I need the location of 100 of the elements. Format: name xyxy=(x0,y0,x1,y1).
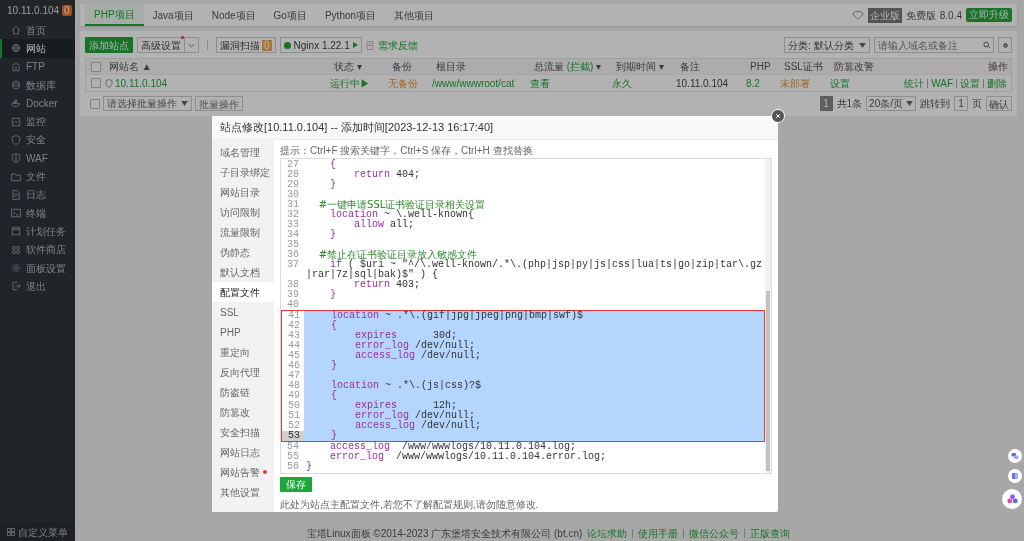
settings-menu-item[interactable]: 网站日志 xyxy=(212,442,274,462)
project-tab[interactable]: Go项目 xyxy=(264,4,316,26)
settings-menu-item[interactable]: 网站目录 xyxy=(212,182,274,202)
sidebar-item[interactable]: 日志 xyxy=(0,185,75,204)
edition-label: 免费版 xyxy=(905,8,936,23)
shield-icon xyxy=(105,78,113,88)
code-line: } xyxy=(329,290,338,300)
sidebar-item[interactable]: 网站 xyxy=(0,39,75,58)
close-icon xyxy=(775,113,781,119)
footer-link[interactable]: 微信公众号 xyxy=(689,525,740,541)
line-number: 34 xyxy=(286,230,300,240)
project-tab[interactable]: Java项目 xyxy=(143,4,203,26)
table-cell-text: 10.11.0.104 xyxy=(115,76,168,91)
code-line: location ~ \.well-known{ xyxy=(329,210,476,220)
checkbox[interactable] xyxy=(90,98,100,109)
category-select[interactable]: 分类: 默认分类 xyxy=(784,37,870,53)
settings-menu-item[interactable]: 流量限制 xyxy=(212,222,274,242)
settings-menu-item[interactable]: 防盗链 xyxy=(212,382,274,402)
chat-icon xyxy=(1011,452,1019,460)
column-header: SSL证书 xyxy=(784,60,823,74)
project-tab[interactable]: PHP项目 xyxy=(85,4,144,26)
footer-link[interactable]: 正版查询 xyxy=(750,525,791,541)
sidebar-item[interactable]: 退出 xyxy=(0,277,75,296)
dialog-title: 站点修改[10.11.0.104] -- 添加时间[2023-12-13 16:17:40] xyxy=(220,120,494,136)
settings-menu-item[interactable]: 网站告警 xyxy=(212,462,274,482)
batch-select[interactable]: 请选择批量操作 xyxy=(103,96,192,111)
page-number[interactable]: 1 xyxy=(819,96,833,111)
play-icon xyxy=(352,42,358,48)
settings-menu-item[interactable]: 域名管理 xyxy=(212,142,274,162)
sidebar-item[interactable]: WAF xyxy=(0,149,75,168)
settings-menu-item[interactable]: SSL xyxy=(212,302,274,322)
line-number: 46 xyxy=(287,361,301,371)
project-tab[interactable]: 其他项目 xyxy=(385,4,444,26)
batch-button[interactable]: 批量操作 xyxy=(195,96,243,111)
sidebar-item[interactable]: 计划任务 xyxy=(0,222,75,241)
shortcut-hint: 提示：Ctrl+F 搜索关键字，Ctrl+S 保存，Ctrl+H 查找替换 xyxy=(280,144,534,158)
action-link[interactable]: WAF xyxy=(931,75,953,91)
sidebar-item[interactable]: 数据库 xyxy=(0,75,75,95)
line-number: 49 xyxy=(287,391,301,401)
book-button[interactable] xyxy=(1008,469,1022,483)
line-number: 37 xyxy=(286,260,300,272)
project-tab[interactable]: Python项目 xyxy=(315,4,386,26)
upgrade-button[interactable]: 立即升级 xyxy=(966,8,1012,22)
column-header: 根目录 xyxy=(436,60,466,74)
sidebar-item[interactable]: 面板设置 xyxy=(0,258,75,278)
feedback-link[interactable]: 需求反馈 xyxy=(377,37,418,53)
action-link[interactable]: 删除 xyxy=(987,75,1007,91)
settings-menu-item[interactable]: 伪静态 xyxy=(212,242,274,262)
flower-icon xyxy=(1006,493,1018,505)
column-header: 备注 xyxy=(680,60,700,74)
settings-menu-item[interactable]: 其他设置 xyxy=(212,482,274,502)
code-line: } xyxy=(329,180,338,190)
line-number: 41 xyxy=(287,311,301,321)
settings-menu-item[interactable]: 防篡改 xyxy=(212,402,274,422)
column-header: 总流量 (拦截) ▾ xyxy=(534,60,602,74)
footer-link[interactable]: 使用手册 xyxy=(638,525,679,541)
save-button[interactable]: 保存 xyxy=(280,477,312,492)
settings-menu-item[interactable]: 重定向 xyxy=(212,342,274,362)
line-number: 50 xyxy=(287,401,301,411)
add-site-button[interactable]: 添加站点 xyxy=(85,37,133,53)
settings-menu-item[interactable]: 反向代理 xyxy=(212,362,274,382)
settings-menu-item[interactable]: 安全扫描 xyxy=(212,422,274,442)
settings-menu-item[interactable]: 配置文件 xyxy=(212,282,274,302)
sidebar-item[interactable]: Docker xyxy=(0,94,75,113)
sidebar-item[interactable]: 终端 xyxy=(0,203,75,223)
code-line: } xyxy=(329,230,338,240)
nginx-button[interactable]: Nginx 1.22.1 xyxy=(279,37,362,53)
table-cell-text: 永久 xyxy=(612,76,632,91)
confirm-button[interactable]: 确认 xyxy=(986,96,1012,111)
settings-menu-item[interactable]: 子目录绑定 xyxy=(212,162,274,182)
checkbox[interactable] xyxy=(91,78,101,88)
settings-menu-item[interactable]: 默认文档 xyxy=(212,262,274,282)
line-number: 33 xyxy=(286,220,300,230)
code-line: { xyxy=(329,160,338,170)
settings-menu-item[interactable]: 访问限制 xyxy=(212,202,274,222)
sidebar-item[interactable]: 软件商店 xyxy=(0,240,75,259)
project-tab[interactable]: Node项目 xyxy=(202,4,265,26)
advanced-settings-dropdown[interactable]: 高级设置 xyxy=(137,37,199,53)
sidebar-item[interactable]: FTP xyxy=(0,57,75,76)
line-number: 47 xyxy=(287,371,301,381)
page-size-select[interactable]: 20条/页 xyxy=(866,96,916,111)
docker-icon xyxy=(11,98,21,109)
sidebar-item[interactable]: 监控 xyxy=(0,112,75,131)
settings-menu-item[interactable]: PHP xyxy=(212,322,274,342)
vulnerability-scan-button[interactable]: 漏洞扫描 0 xyxy=(216,37,276,53)
sidebar-item[interactable]: 首页 xyxy=(0,21,75,40)
assistant-button[interactable] xyxy=(1002,489,1022,509)
settings-button[interactable] xyxy=(998,37,1012,53)
action-link[interactable]: 统计 xyxy=(904,75,925,91)
action-link[interactable]: 设置 xyxy=(960,75,980,91)
terminal-icon xyxy=(11,208,21,219)
column-header: 备份 xyxy=(392,60,412,74)
checkbox[interactable] xyxy=(91,61,101,72)
page-input[interactable]: 1 xyxy=(954,96,968,111)
sidebar-item[interactable]: 安全 xyxy=(0,130,75,150)
code-line: } xyxy=(305,462,313,472)
search-field[interactable]: 请输入域名或备注 xyxy=(874,37,994,53)
footer-link[interactable]: 论坛求助 xyxy=(587,525,628,541)
translate-button[interactable] xyxy=(1008,449,1022,463)
sidebar-item[interactable]: 文件 xyxy=(0,167,75,186)
